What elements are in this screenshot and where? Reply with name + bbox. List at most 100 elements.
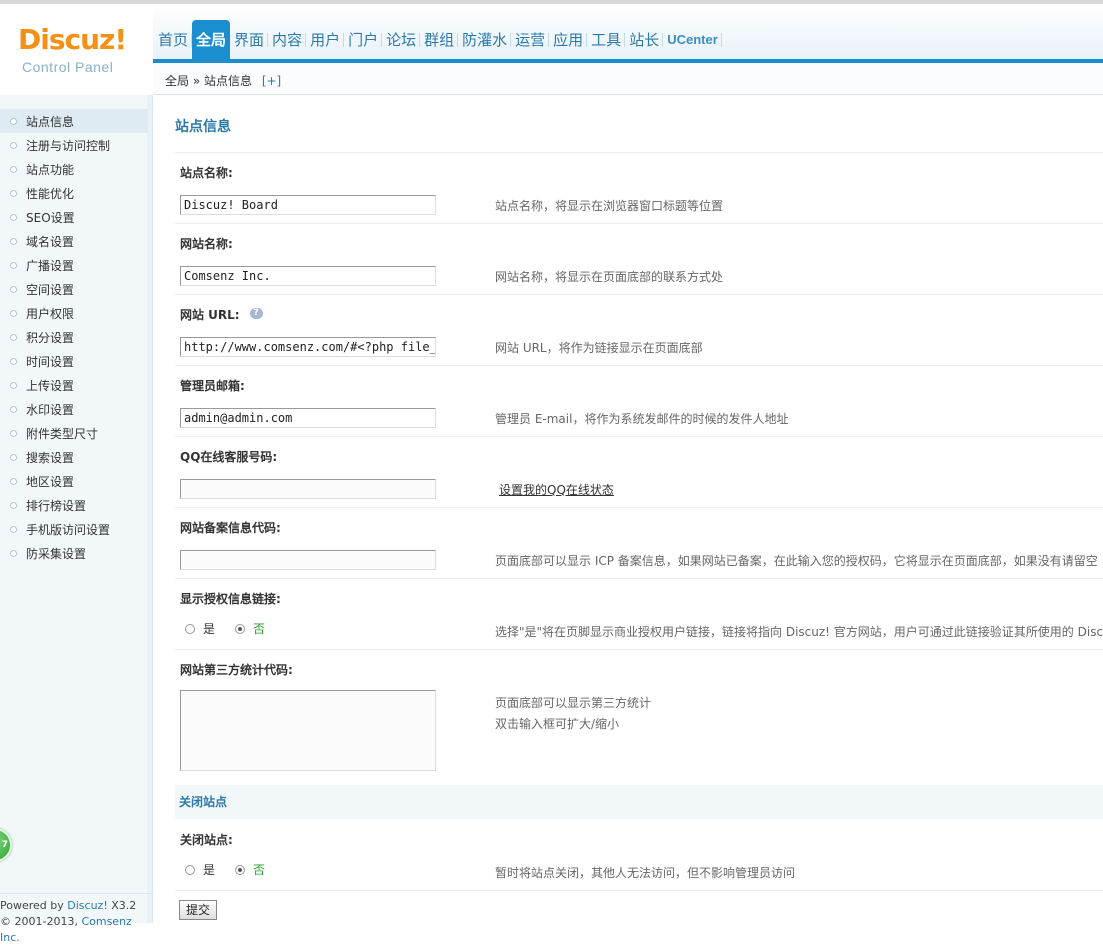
divider xyxy=(175,578,1103,579)
sidebar-item-attachment-types[interactable]: 附件类型尺寸 xyxy=(0,421,148,445)
help-bubble-icon[interactable]: ? xyxy=(249,308,263,319)
sidebar-item-label: 附件类型尺寸 xyxy=(26,426,99,441)
sidebar-item-label: 时间设置 xyxy=(26,354,75,369)
bullet-icon xyxy=(10,501,17,509)
bullet-icon xyxy=(10,309,17,317)
qq-input[interactable] xyxy=(180,479,436,499)
nav-item-ucenter[interactable]: UCenter xyxy=(663,20,722,59)
powered-version: X3.2 xyxy=(107,899,137,912)
add-shortcut-button[interactable]: [+] xyxy=(262,74,281,88)
nav-item-content[interactable]: 内容 xyxy=(268,20,307,59)
nav-item-tools[interactable]: 工具 xyxy=(587,20,626,59)
sidebar-item-domain[interactable]: 域名设置 xyxy=(0,229,148,253)
nav-item-users[interactable]: 用户 xyxy=(306,20,345,59)
nav-item-interface[interactable]: 界面 xyxy=(230,20,269,59)
site-name-tip: 站点名称，将显示在浏览器窗口标题等位置 xyxy=(495,199,724,213)
close-site-yes-radio[interactable] xyxy=(185,864,195,875)
sidebar-item-label: 注册与访问控制 xyxy=(26,138,111,153)
sidebar-item-time[interactable]: 时间设置 xyxy=(0,349,148,373)
bullet-icon xyxy=(10,237,17,245)
nav-item-apps[interactable]: 应用 xyxy=(549,20,588,59)
breadcrumb-bar: 全局 » 站点信息 [+] xyxy=(153,63,1103,95)
nav-item-global[interactable]: 全局 xyxy=(192,20,231,59)
sidebar-item-label: 积分设置 xyxy=(26,330,75,345)
qq-status-link[interactable]: 设置我的QQ在线状态 xyxy=(499,481,614,498)
divider xyxy=(175,649,1103,650)
main-content: 站点信息 站点名称: Discuz! Board 站点名称，将显示在浏览器窗口标… xyxy=(165,95,1103,923)
web-url-label: 网站 URL: xyxy=(180,308,240,322)
sidebar-item-registration[interactable]: 注册与访问控制 xyxy=(0,133,148,157)
sidebar-item-features[interactable]: 站点功能 xyxy=(0,157,148,181)
close-site-yes-label[interactable]: 是 xyxy=(203,861,215,878)
sidebar-item-ranking[interactable]: 排行榜设置 xyxy=(0,493,148,517)
web-url-label-row: 网站 URL:? xyxy=(180,306,263,323)
logo[interactable]: Discuz! Control Panel xyxy=(0,4,153,95)
web-url-input[interactable]: http://www.comsenz.com/#<?php file_p xyxy=(180,337,436,357)
bullet-icon xyxy=(10,117,17,125)
sidebar-item-space[interactable]: 空间设置 xyxy=(0,277,148,301)
bullet-icon xyxy=(10,261,17,269)
submit-button[interactable]: 提交 xyxy=(179,900,217,920)
icp-tip: 页面底部可以显示 ICP 备案信息，如果网站已备案，在此输入您的授权码，它将显示… xyxy=(495,554,1098,568)
nav-item-home[interactable]: 首页 xyxy=(154,20,193,59)
sidebar-item-anti-scraping[interactable]: 防采集设置 xyxy=(0,541,148,565)
bullet-icon xyxy=(10,405,17,413)
sidebar-item-seo[interactable]: SEO设置 xyxy=(0,205,148,229)
stats-code-tip-1: 页面底部可以显示第三方统计 xyxy=(495,696,652,710)
license-yes-label[interactable]: 是 xyxy=(203,620,215,637)
sidebar-item-credits[interactable]: 积分设置 xyxy=(0,325,148,349)
bullet-icon xyxy=(10,429,17,437)
divider xyxy=(175,436,1103,437)
license-no-label[interactable]: 否 xyxy=(253,620,265,637)
sidebar-item-label: 域名设置 xyxy=(26,234,75,249)
web-name-input[interactable]: Comsenz Inc. xyxy=(180,266,436,286)
discuz-link[interactable]: Discuz! xyxy=(67,899,107,912)
nav-item-webmaster[interactable]: 站长 xyxy=(625,20,664,59)
nav-item-operations[interactable]: 运营 xyxy=(511,20,550,59)
sidebar-item-upload[interactable]: 上传设置 xyxy=(0,373,148,397)
close-site-no-label[interactable]: 否 xyxy=(253,861,265,878)
sidebar-item-site-info[interactable]: 站点信息 xyxy=(0,109,148,133)
license-link-radio-group: 是 否 xyxy=(185,620,285,637)
site-name-input[interactable]: Discuz! Board xyxy=(180,195,436,215)
stats-code-textarea[interactable] xyxy=(180,690,436,771)
sidebar-item-label: 搜索设置 xyxy=(26,450,75,465)
close-site-radio-group: 是 否 xyxy=(185,861,285,878)
logo-subtitle: Control Panel xyxy=(22,59,114,75)
sidebar-item-watermark[interactable]: 水印设置 xyxy=(0,397,148,421)
bullet-icon xyxy=(10,285,17,293)
logo-text: Discuz! xyxy=(18,23,127,56)
nav-item-portal[interactable]: 门户 xyxy=(344,20,383,59)
sidebar-item-performance[interactable]: 性能优化 xyxy=(0,181,148,205)
close-site-tip: 暂时将站点关闭，其他人无法访问，但不影响管理员访问 xyxy=(495,866,796,880)
nav-item-forum[interactable]: 论坛 xyxy=(382,20,421,59)
license-link-label: 显示授权信息链接: xyxy=(180,592,281,606)
bullet-icon xyxy=(10,453,17,461)
bullet-icon xyxy=(10,213,17,221)
sidebar-item-search[interactable]: 搜索设置 xyxy=(0,445,148,469)
sidebar-item-label: 用户权限 xyxy=(26,306,75,321)
close-site-no-radio[interactable] xyxy=(235,864,246,875)
license-yes-radio[interactable] xyxy=(185,623,195,634)
icp-label: 网站备案信息代码: xyxy=(180,521,281,535)
nav-item-antispam[interactable]: 防灌水 xyxy=(458,20,512,59)
sidebar-item-region[interactable]: 地区设置 xyxy=(0,469,148,493)
sidebar-menu: 站点信息 注册与访问控制 站点功能 性能优化 SEO设置 域名设置 广播设置 空… xyxy=(0,109,148,565)
sidebar-item-mobile[interactable]: 手机版访问设置 xyxy=(0,517,148,541)
nav-item-groups[interactable]: 群组 xyxy=(420,20,459,59)
sidebar-item-broadcast[interactable]: 广播设置 xyxy=(0,253,148,277)
admin-email-input[interactable]: admin@admin.com xyxy=(180,408,436,428)
copyright-prefix: © 2001-2013, xyxy=(0,915,82,928)
breadcrumb-text: 全局 » 站点信息 xyxy=(165,74,252,88)
header: Discuz! Control Panel 首页 全局 界面 内容 用户 门户 … xyxy=(0,0,1103,95)
notification-badge[interactable]: 7 xyxy=(0,828,12,862)
sidebar-item-label: 防采集设置 xyxy=(26,546,87,561)
icp-input[interactable] xyxy=(180,550,436,570)
license-no-radio[interactable] xyxy=(235,623,246,634)
divider xyxy=(175,223,1103,224)
sidebar-item-permissions[interactable]: 用户权限 xyxy=(0,301,148,325)
sidebar-item-label: 站点信息 xyxy=(26,114,75,129)
divider xyxy=(175,365,1103,366)
copyright-line: © 2001-2013, Comsenz Inc. xyxy=(0,914,153,946)
sidebar-item-label: 手机版访问设置 xyxy=(26,522,111,537)
